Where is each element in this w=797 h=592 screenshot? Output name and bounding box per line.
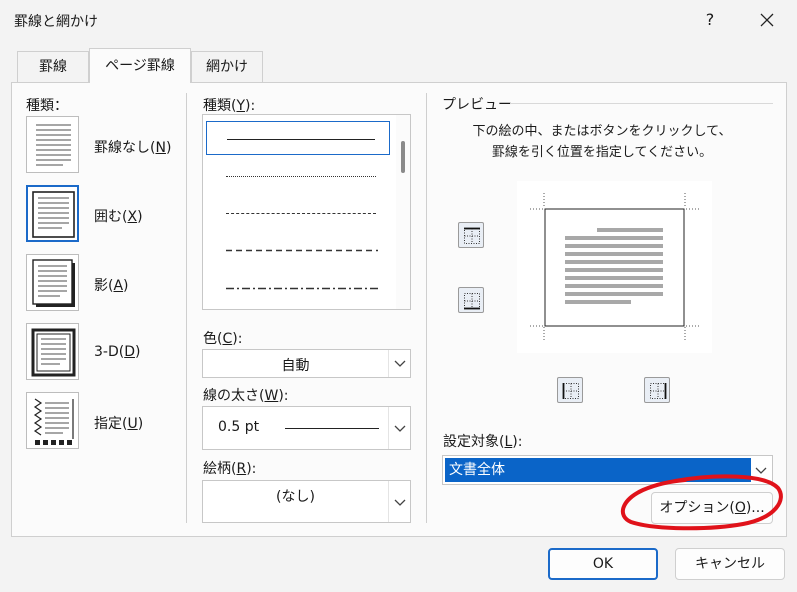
- setting-label: 種類：: [26, 98, 68, 114]
- setting-none-label[interactable]: 罫線なし(N): [94, 137, 171, 157]
- preview-instruction-1: 下の絵の中、またはボタンをクリックして、: [472, 124, 732, 139]
- color-value: 自動: [281, 358, 310, 374]
- art-dropdown[interactable]: (なし): [202, 480, 411, 523]
- border-right-icon: [650, 383, 667, 399]
- tab-shading[interactable]: 網かけ: [191, 51, 263, 82]
- width-line-sample: [285, 428, 379, 429]
- art-dropdown-arrow[interactable]: [388, 481, 410, 522]
- setting-shadow-label[interactable]: 影(A): [94, 275, 129, 295]
- preview-drawing: [530, 193, 699, 341]
- border-top-icon: [464, 227, 480, 244]
- ok-button[interactable]: OK: [548, 548, 658, 580]
- apply-to-label: 設定対象(L):: [443, 434, 523, 450]
- width-dropdown-arrow[interactable]: [388, 407, 410, 449]
- page-shadow-icon: [32, 259, 75, 307]
- preview-page[interactable]: [517, 181, 712, 353]
- line-sample: [226, 287, 378, 290]
- line-sample: [226, 249, 378, 252]
- color-dropdown-arrow[interactable]: [388, 350, 410, 377]
- preview-label: プレビュー: [442, 97, 512, 113]
- border-left-icon: [562, 383, 579, 399]
- setting-3d-thumb[interactable]: [26, 323, 79, 380]
- preview-instruction-2: 罫線を引く位置を指定してください。: [491, 145, 713, 160]
- line-style-dash-dot[interactable]: [206, 271, 390, 305]
- column-divider: [426, 93, 427, 523]
- width-label: 線の太さ(W):: [203, 388, 289, 404]
- setting-3d-label[interactable]: 3-D(D): [94, 344, 140, 360]
- width-value: 0.5 pt: [218, 419, 260, 435]
- tab-label: 罫線: [39, 59, 67, 75]
- line-sample: [226, 213, 376, 214]
- line-style-small-dash[interactable]: [206, 196, 390, 230]
- style-label: 種類(Y):: [203, 98, 256, 114]
- help-button[interactable]: ?: [695, 5, 725, 35]
- list-scrollbar[interactable]: [396, 115, 410, 309]
- line-style-dotted[interactable]: [206, 159, 390, 193]
- close-button[interactable]: [752, 5, 782, 35]
- setting-shadow-thumb[interactable]: [26, 254, 79, 311]
- title-bar: 罫線と網かけ ?: [0, 0, 797, 40]
- preview-rule: [510, 103, 773, 104]
- tab-borders[interactable]: 罫線: [17, 51, 89, 82]
- color-dropdown[interactable]: 自動: [202, 349, 411, 378]
- bottom-border-button[interactable]: [458, 287, 484, 313]
- tab-label: ページ罫線: [105, 58, 175, 74]
- left-border-button[interactable]: [557, 377, 583, 403]
- tab-page-border[interactable]: ページ罫線: [89, 48, 191, 83]
- art-value: (なし): [276, 489, 315, 505]
- line-width-dropdown[interactable]: 0.5 pt: [202, 406, 411, 450]
- setting-custom-thumb[interactable]: [26, 392, 79, 449]
- art-label: 絵柄(R):: [203, 461, 257, 477]
- dialog-title: 罫線と網かけ: [14, 14, 98, 30]
- setting-box-label[interactable]: 囲む(X): [94, 206, 143, 226]
- chevron-down-icon: [394, 360, 406, 367]
- line-sample: [227, 139, 375, 140]
- scrollbar-thumb[interactable]: [401, 141, 405, 173]
- red-annotation-circle: [620, 474, 783, 531]
- page-3d-icon: [31, 328, 76, 377]
- chevron-down-icon: [394, 499, 406, 506]
- help-icon: ?: [705, 10, 715, 29]
- page-box-icon: [32, 191, 75, 238]
- line-sample: [226, 176, 376, 177]
- right-border-button[interactable]: [644, 377, 670, 403]
- line-style-dash[interactable]: [206, 233, 390, 267]
- color-label: 色(C):: [203, 331, 243, 347]
- cancel-button[interactable]: キャンセル: [675, 548, 785, 580]
- setting-none-thumb[interactable]: [26, 116, 79, 173]
- close-icon: [760, 13, 774, 27]
- line-style-solid[interactable]: [206, 121, 390, 155]
- line-style-list[interactable]: [202, 114, 411, 310]
- page-custom-icon: [33, 398, 74, 445]
- setting-custom-label[interactable]: 指定(U): [94, 413, 143, 433]
- top-border-button[interactable]: [458, 222, 484, 248]
- tab-label: 網かけ: [206, 59, 248, 75]
- border-bottom-icon: [464, 293, 480, 310]
- chevron-down-icon: [394, 425, 406, 432]
- setting-box-thumb[interactable]: [26, 185, 79, 242]
- page-none-icon: [36, 124, 71, 166]
- column-divider: [186, 93, 187, 523]
